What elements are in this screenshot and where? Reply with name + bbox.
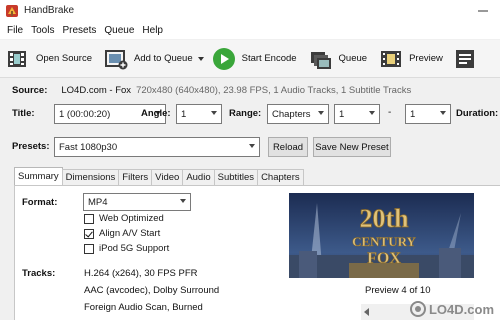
window-title: HandBrake xyxy=(24,5,75,16)
tracks-label: Tracks: xyxy=(22,268,56,279)
tab-chapters[interactable]: Chapters xyxy=(257,169,304,185)
range-type-value: Chapters xyxy=(272,108,311,120)
activity-log-icon xyxy=(453,47,477,71)
save-new-preset-button[interactable]: Save New Preset xyxy=(313,137,391,157)
ipod-5g-checkbox[interactable]: iPod 5G Support xyxy=(84,243,169,254)
watermark-text: LO4D.com xyxy=(428,301,494,317)
preview-button[interactable]: Preview xyxy=(379,40,443,78)
menu-help[interactable]: Help xyxy=(138,25,167,36)
range-type-select[interactable]: Chapters xyxy=(267,104,329,124)
range-start-select[interactable]: 1 xyxy=(334,104,380,124)
ipod-5g-label: iPod 5G Support xyxy=(99,243,170,254)
tab-audio[interactable]: Audio xyxy=(182,169,215,185)
menu-file[interactable]: File xyxy=(3,25,27,36)
chevron-down-icon xyxy=(211,111,217,115)
start-encode-button[interactable]: Start Encode xyxy=(212,40,297,78)
preset-select-value: Fast 1080p30 xyxy=(59,141,118,153)
watermark-logo-icon xyxy=(409,301,426,317)
queue-icon xyxy=(309,47,333,71)
menu-queue[interactable]: Queue xyxy=(100,25,138,36)
chevron-down-icon xyxy=(369,111,375,115)
title-select-value: 1 (00:00:20) xyxy=(59,108,111,120)
preview-caption: Preview 4 of 10 xyxy=(365,285,431,296)
preview-text-century: CENTURY xyxy=(352,234,416,249)
checkbox-box-checked[interactable] xyxy=(84,228,94,239)
minimize-button[interactable] xyxy=(466,0,500,21)
tab-subtitles[interactable]: Subtitles xyxy=(213,169,259,185)
activity-window-button[interactable] xyxy=(453,40,483,78)
settings-tabs: Summary Dimensions Filters Video Audio S… xyxy=(14,167,304,185)
chevron-down-icon xyxy=(318,111,324,115)
add-to-queue-button[interactable]: Add to Queue xyxy=(104,40,204,78)
angle-label: Angle: xyxy=(141,108,171,119)
tab-dimensions[interactable]: Dimensions xyxy=(61,169,120,185)
chevron-down-icon xyxy=(440,111,446,115)
scroll-left-icon[interactable] xyxy=(364,308,369,316)
preset-select[interactable]: Fast 1080p30 xyxy=(54,137,260,157)
web-optimized-checkbox[interactable]: Web Optimized xyxy=(84,213,164,224)
queue-label: Queue xyxy=(338,53,368,64)
source-name: LO4D.com - Fox xyxy=(61,84,132,96)
queue-button[interactable]: Queue xyxy=(309,40,368,78)
checkbox-box[interactable] xyxy=(84,213,94,224)
track-subtitle: Foreign Audio Scan, Burned xyxy=(84,302,203,313)
source-label: Source: xyxy=(12,84,48,96)
title-label: Title: xyxy=(12,108,35,119)
align-av-label: Align A/V Start xyxy=(99,228,161,239)
start-encode-label: Start Encode xyxy=(241,53,297,64)
menu-bar: File Tools Presets Queue Help xyxy=(0,21,500,39)
tab-filters[interactable]: Filters xyxy=(118,169,153,185)
source-details: 720x480 (640x480), 23.98 FPS, 1 Audio Tr… xyxy=(136,84,412,96)
format-select-value: MP4 xyxy=(88,196,108,208)
open-source-label: Open Source xyxy=(36,53,92,64)
range-separator: - xyxy=(388,107,392,118)
watermark: LO4D.com xyxy=(409,301,494,317)
track-audio: AAC (avcodec), Dolby Surround xyxy=(84,285,220,296)
title-bar: HandBrake xyxy=(0,0,500,21)
open-source-button[interactable]: Open Source xyxy=(6,40,92,78)
align-av-checkbox[interactable]: Align A/V Start xyxy=(84,228,160,239)
range-start-value: 1 xyxy=(339,108,345,120)
play-icon xyxy=(212,47,236,71)
tab-video[interactable]: Video xyxy=(151,169,184,185)
menu-tools[interactable]: Tools xyxy=(27,25,58,36)
menu-presets[interactable]: Presets xyxy=(58,25,100,36)
track-video: H.264 (x264), 30 FPS PFR xyxy=(84,268,198,279)
add-queue-icon xyxy=(104,47,128,71)
angle-select-value: 1 xyxy=(181,108,187,120)
source-row: Source: LO4D.com - Fox 720x480 (640x480)… xyxy=(12,83,411,97)
film-open-icon xyxy=(6,47,30,71)
preview-text-20th: 20th xyxy=(359,204,409,233)
toolbar: Open Source Add to Queue Start Encode Qu… xyxy=(0,40,500,78)
range-end-select[interactable]: 1 xyxy=(405,104,451,124)
checkbox-box[interactable] xyxy=(84,243,94,254)
preview-text-fox: FOX xyxy=(367,250,401,267)
duration-label: Duration: xyxy=(456,108,499,119)
angle-select[interactable]: 1 xyxy=(176,104,222,124)
preview-image: 20th CENTURY FOX xyxy=(289,193,474,278)
handbrake-app-icon xyxy=(5,4,19,18)
format-select[interactable]: MP4 xyxy=(83,193,191,211)
format-label: Format: xyxy=(22,197,58,208)
tab-summary[interactable]: Summary xyxy=(14,167,63,185)
presets-label: Presets: xyxy=(12,141,50,152)
range-end-value: 1 xyxy=(410,108,416,120)
add-to-queue-label: Add to Queue xyxy=(133,53,193,64)
preview-label: Preview xyxy=(409,53,443,64)
chevron-down-icon xyxy=(249,144,255,148)
reload-button[interactable]: Reload xyxy=(268,137,308,157)
preview-film-icon xyxy=(379,47,403,71)
web-optimized-label: Web Optimized xyxy=(99,213,164,224)
chevron-down-icon[interactable] xyxy=(197,56,204,61)
chevron-down-icon xyxy=(180,199,186,203)
range-label: Range: xyxy=(229,108,262,119)
